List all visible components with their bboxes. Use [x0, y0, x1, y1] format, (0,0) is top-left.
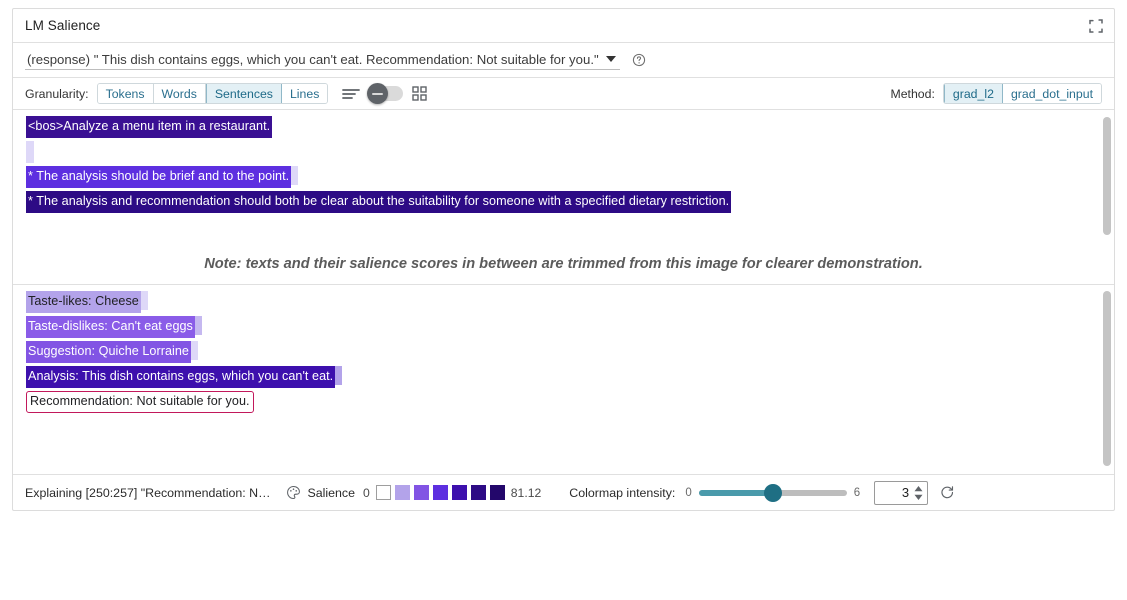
salience-gap	[141, 291, 148, 310]
granularity-option-sentences[interactable]: Sentences	[206, 84, 282, 103]
salience-segment[interactable]: Analysis: This dish contains eggs, which…	[26, 366, 335, 388]
explaining-label: Explaining [250:257] "Recommendation: N…	[25, 486, 270, 500]
salience-line: <bos>Analyze a menu item in a restaurant…	[13, 116, 1114, 141]
chevron-up-icon	[913, 485, 924, 493]
help-circle-icon[interactable]	[620, 53, 646, 67]
method-option-grad-dot-input[interactable]: grad_dot_input	[1003, 84, 1101, 103]
toggle-knob	[367, 83, 388, 104]
salience-line: Taste-likes: Cheese	[13, 291, 1114, 316]
salience-line: Analysis: This dish contains eggs, which…	[13, 366, 1114, 391]
legend-swatch[interactable]	[414, 485, 429, 500]
method-option-grad-l2[interactable]: grad_l2	[944, 84, 1003, 103]
granularity-option-words[interactable]: Words	[154, 84, 206, 103]
legend-swatches	[376, 485, 505, 500]
salience-gap	[335, 366, 342, 385]
colormap-intensity-slider[interactable]	[699, 490, 847, 496]
slider-fill	[699, 490, 773, 496]
salience-segment[interactable]: * The analysis and recommendation should…	[26, 191, 731, 213]
colormap-intensity-label: Colormap intensity:	[569, 486, 675, 500]
salience-segment[interactable]: <bos>Analyze a menu item in a restaurant…	[26, 116, 272, 138]
lines-density-icon[interactable]	[342, 87, 360, 101]
lm-salience-module: LM Salience (response) " This dish conta…	[0, 0, 1127, 600]
salience-line	[13, 141, 1114, 166]
legend-min-value: 0	[363, 486, 370, 500]
granularity-option-tokens[interactable]: Tokens	[98, 84, 154, 103]
legend-swatch[interactable]	[376, 485, 391, 500]
salience-color-legend: 0 81.12	[363, 485, 541, 500]
response-dropdown-value: (response) " This dish contains eggs, wh…	[27, 52, 599, 67]
method-segmented-control: grad_l2 grad_dot_input	[943, 83, 1102, 104]
granularity-label: Granularity:	[25, 87, 89, 101]
display-mode-toggle[interactable]	[369, 86, 403, 101]
stepper-arrows[interactable]	[913, 485, 924, 501]
salience-segment[interactable]	[26, 141, 34, 163]
salience-line: Suggestion: Quiche Lorraine	[13, 341, 1114, 366]
salience-segment[interactable]: Taste-likes: Cheese	[26, 291, 141, 313]
legend-swatch[interactable]	[471, 485, 486, 500]
scrollbar-thumb[interactable]	[1103, 291, 1111, 467]
scrollbar-top[interactable]	[1103, 114, 1111, 246]
granularity-option-lines[interactable]: Lines	[282, 84, 327, 103]
legend-swatch[interactable]	[433, 485, 448, 500]
granularity-segmented-control: Tokens Words Sentences Lines	[97, 83, 329, 104]
salience-line: * The analysis should be brief and to th…	[13, 166, 1114, 191]
slider-max-label: 6	[854, 487, 860, 499]
expand-fullscreen-icon[interactable]	[1088, 18, 1104, 34]
salience-segments-top: <bos>Analyze a menu item in a restaurant…	[13, 110, 1114, 222]
chevron-down-icon	[913, 493, 924, 501]
module-titlebar: LM Salience	[13, 9, 1114, 43]
salience-segment[interactable]: Suggestion: Quiche Lorraine	[26, 341, 191, 363]
salience-line: Recommendation: Not suitable for you.	[13, 391, 1114, 419]
slider-thumb[interactable]	[764, 484, 782, 502]
salience-segment[interactable]: Taste-dislikes: Can't eat eggs	[26, 316, 195, 338]
salience-line: * The analysis and recommendation should…	[13, 191, 1114, 216]
legend-swatch[interactable]	[452, 485, 467, 500]
grid-view-icon[interactable]	[412, 86, 427, 101]
legend-swatch[interactable]	[395, 485, 410, 500]
salience-text-panel-bottom: Taste-likes: Cheese Taste-dislikes: Can'…	[13, 284, 1114, 474]
palette-icon[interactable]	[270, 485, 307, 500]
response-selector-row: (response) " This dish contains eggs, wh…	[13, 43, 1114, 78]
display-mode-controls	[342, 86, 427, 101]
colormap-intensity-control: 0 6	[685, 487, 860, 499]
salience-segment-selected[interactable]: Recommendation: Not suitable for you.	[26, 391, 254, 413]
colormap-intensity-stepper[interactable]: 3	[874, 481, 928, 505]
slider-min-label: 0	[685, 487, 691, 499]
salience-text-panel-top: <bos>Analyze a menu item in a restaurant…	[13, 110, 1114, 250]
response-dropdown[interactable]: (response) " This dish contains eggs, wh…	[25, 51, 620, 70]
method-label: Method:	[890, 87, 934, 101]
salience-segments-bottom: Taste-likes: Cheese Taste-dislikes: Can'…	[13, 285, 1114, 425]
salience-segment[interactable]: * The analysis should be brief and to th…	[26, 166, 291, 188]
chevron-down-icon	[606, 56, 616, 62]
salience-legend-label: Salience	[307, 486, 355, 500]
stepper-value: 3	[902, 485, 909, 500]
reset-icon[interactable]	[928, 485, 955, 500]
legend-max-value: 81.12	[511, 486, 542, 500]
scrollbar-thumb[interactable]	[1103, 117, 1111, 236]
page-title: LM Salience	[25, 18, 1088, 33]
salience-gap	[191, 341, 198, 360]
salience-gap	[291, 166, 298, 185]
legend-swatch[interactable]	[490, 485, 505, 500]
salience-statusbar: Explaining [250:257] "Recommendation: N……	[13, 474, 1114, 510]
trim-note: Note: texts and their salience scores in…	[0, 256, 1127, 272]
salience-gap	[195, 316, 202, 335]
salience-toolbar: Granularity: Tokens Words Sentences Line…	[13, 78, 1114, 110]
scrollbar-bottom[interactable]	[1103, 289, 1111, 470]
salience-line: Taste-dislikes: Can't eat eggs	[13, 316, 1114, 341]
